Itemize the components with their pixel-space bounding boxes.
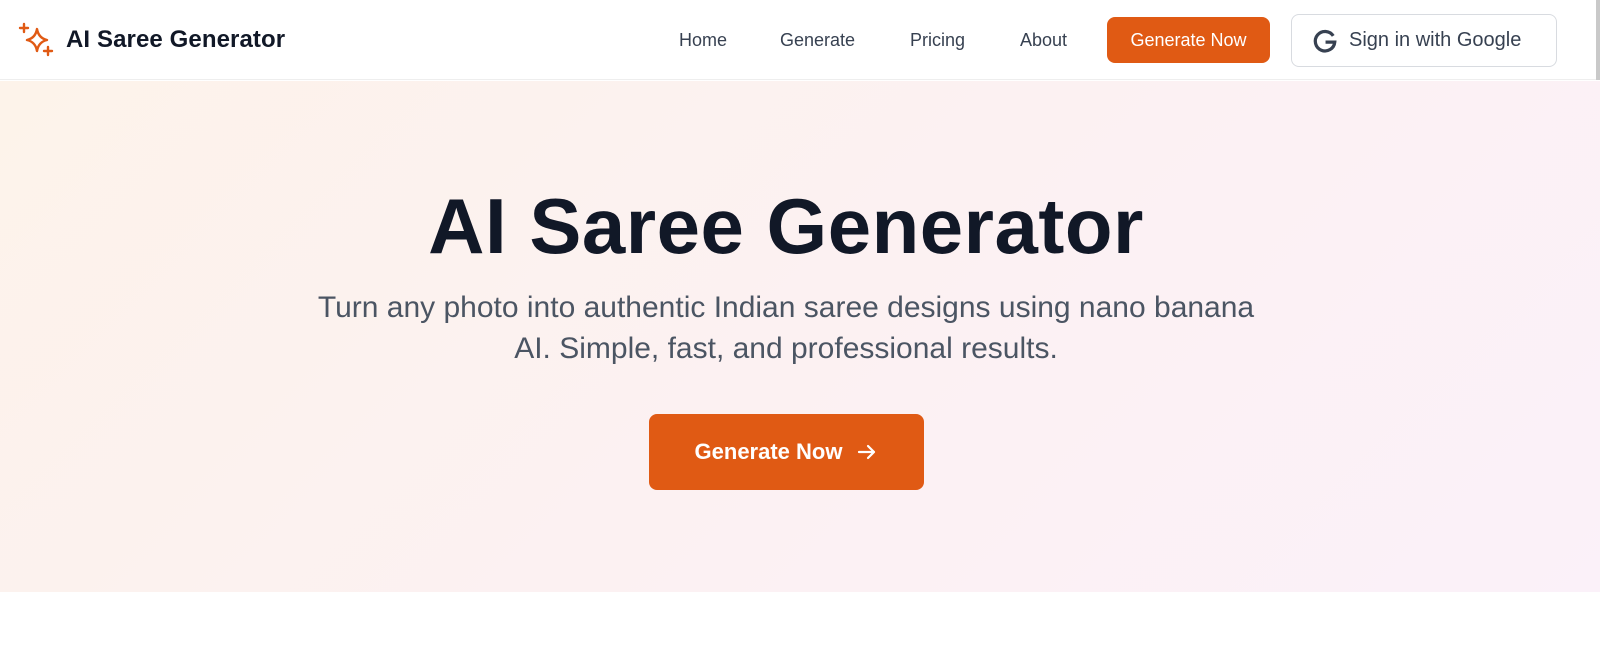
hero-generate-now-label: Generate Now <box>694 439 843 464</box>
nav-generate-link[interactable]: Generate <box>780 28 855 52</box>
top-navbar: AI Saree Generator Home Generate Pricing… <box>0 0 1600 80</box>
below-hero-section <box>0 592 1600 652</box>
arrow-right-icon <box>858 444 876 460</box>
google-sign-in-label: Sign in with Google <box>1349 29 1522 51</box>
nav-pricing-link[interactable]: Pricing <box>910 28 965 52</box>
hero-subtitle: Turn any photo into authentic Indian sar… <box>317 291 1255 365</box>
google-sign-in-button[interactable]: Sign in with Google <box>1291 14 1557 67</box>
brand-name: AI Saree Generator <box>66 26 286 53</box>
hero-section: AI Saree Generator Turn any photo into a… <box>0 81 1600 592</box>
scrollbar[interactable] <box>1596 0 1600 80</box>
nav-home-link[interactable]: Home <box>679 28 727 52</box>
nav-about-link[interactable]: About <box>1020 28 1067 52</box>
hero-generate-now-button[interactable]: Generate Now <box>649 414 924 490</box>
header-generate-now-label: Generate Now <box>1130 29 1247 50</box>
brand[interactable]: AI Saree Generator <box>18 22 285 58</box>
header-generate-now-button[interactable]: Generate Now <box>1107 17 1270 63</box>
google-icon <box>1313 29 1337 53</box>
sparkles-icon <box>18 22 54 57</box>
hero-title: AI Saree Generator <box>428 182 1144 270</box>
